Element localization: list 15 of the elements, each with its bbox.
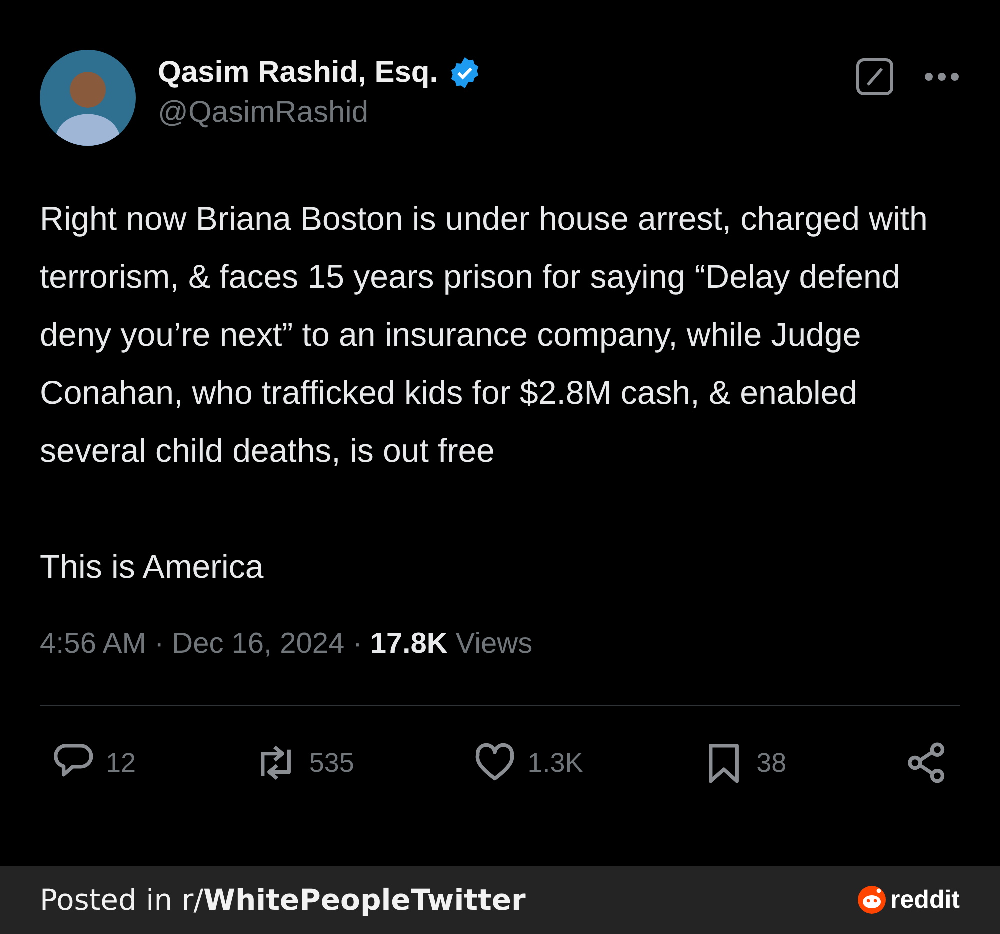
count: 12 xyxy=(106,748,136,778)
view-count: 17.8K xyxy=(370,628,448,661)
count: 535 xyxy=(309,748,354,778)
more-icon[interactable] xyxy=(924,72,960,82)
reddit-logo-icon xyxy=(856,885,887,915)
count: 1.3K xyxy=(528,748,584,778)
author-name: Qasim Rashid, Esq. xyxy=(158,56,438,90)
count: 38 xyxy=(756,748,787,778)
tweet-text: This is America xyxy=(40,547,265,587)
timestamp[interactable]: 4:56 AM · Dec 16, 2024 · xyxy=(40,628,362,661)
posted-in-text: Posted in r/WhitePeopleTwitter xyxy=(40,883,526,917)
reddit-wordmark: reddit xyxy=(890,886,960,914)
author-handle[interactable]: @QasimRashid xyxy=(158,96,834,130)
tweet-text: Right now Briana Boston is under house arrest, charged with terrorism, & faces 15 years prison for saying “Delay defend deny you’re next” to an insurance company, while Judge Conahan, who trafficked kids for $2.8M cash, & enabled several child deaths, is out free xyxy=(40,199,929,471)
views-label: Views xyxy=(456,628,533,661)
